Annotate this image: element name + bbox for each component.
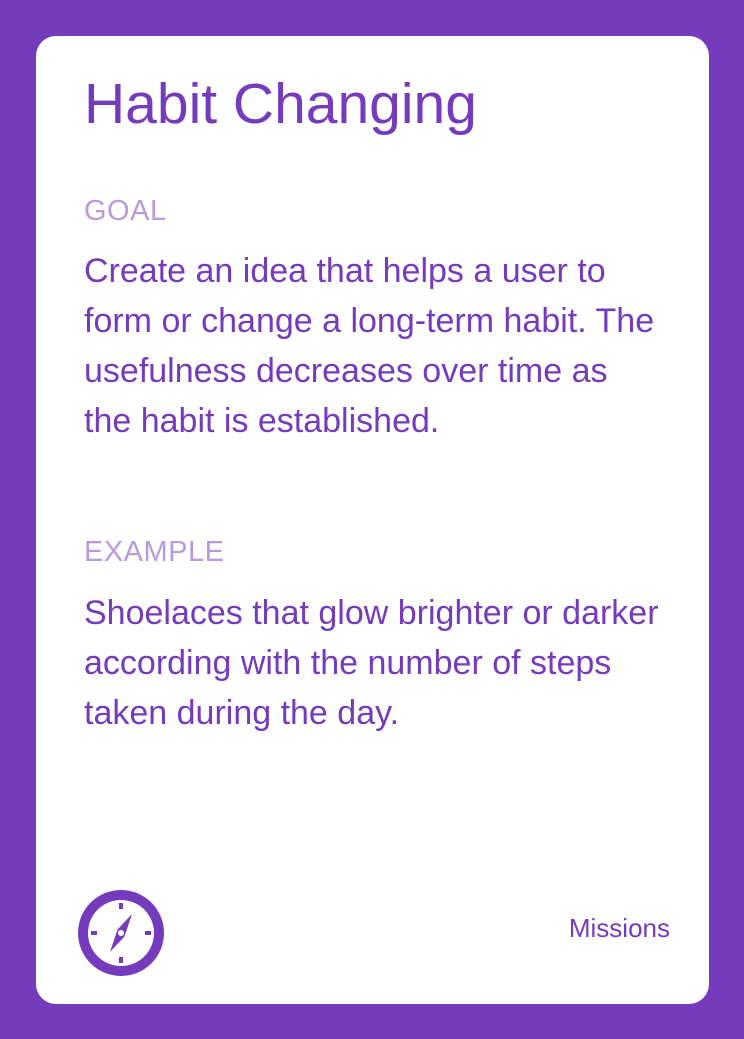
goal-label: GOAL — [84, 195, 167, 227]
category-label: Missions — [568, 913, 670, 943]
goal-text: Create an idea that helps a user to form… — [84, 252, 655, 440]
compass-icon — [78, 890, 164, 976]
mission-card: Habit Changing GOAL Create an idea that … — [36, 36, 709, 1004]
example-text: Shoelaces that glow brighter or darker a… — [84, 594, 659, 732]
example-label: EXAMPLE — [84, 536, 225, 568]
card-title: Habit Changing — [84, 72, 477, 136]
